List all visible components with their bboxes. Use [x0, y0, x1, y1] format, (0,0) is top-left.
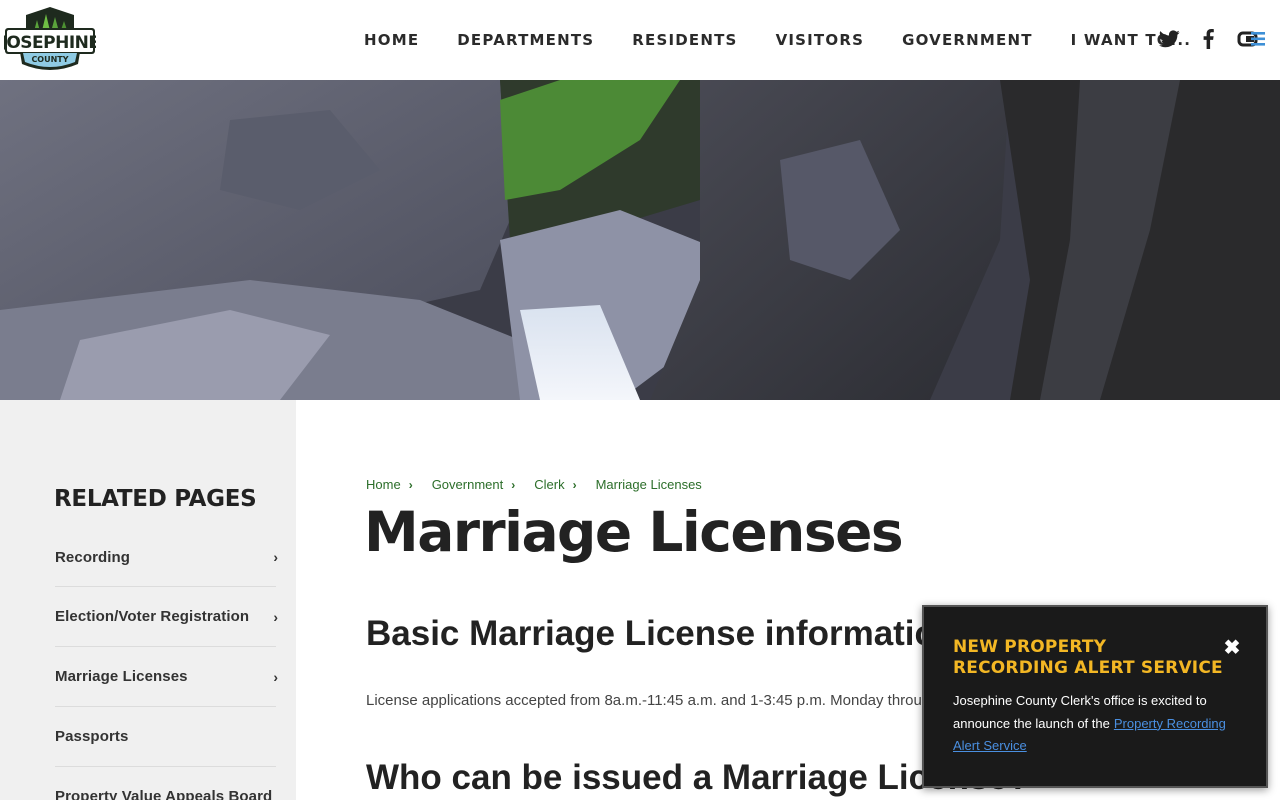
- breadcrumb-current[interactable]: Marriage Licenses: [596, 477, 702, 492]
- chevron-right-icon: ›: [273, 608, 278, 625]
- sidebar-item-label: Property Value Appeals Board: [55, 788, 273, 800]
- nav-government[interactable]: GOVERNMENT: [902, 31, 1033, 49]
- nav-visitors[interactable]: VISITORS: [776, 31, 865, 49]
- hero-banner-image: [0, 80, 1280, 400]
- josephine-county-logo[interactable]: JOSEPHINE COUNTY: [0, 6, 100, 74]
- breadcrumb-separator: ›: [511, 477, 516, 492]
- alert-body: Josephine County Clerk's office is excit…: [953, 690, 1233, 758]
- sidebar-item-recording[interactable]: Recording ›: [55, 528, 278, 587]
- sidebar-item-label: Recording: [55, 548, 131, 566]
- news-icon[interactable]: [1236, 28, 1268, 50]
- related-pages-sidebar: RELATED PAGES Recording › Election/Voter…: [0, 400, 296, 800]
- sidebar-item-passports[interactable]: Passports: [55, 707, 276, 767]
- sidebar-item-election-voter-registration[interactable]: Election/Voter Registration ›: [55, 587, 278, 647]
- breadcrumb: Home › Government › Clerk › Marriage Lic…: [366, 477, 702, 492]
- section-heading-basic-info: Basic Marriage License information: [366, 614, 958, 653]
- facebook-icon[interactable]: [1200, 28, 1216, 50]
- sidebar-item-property-value-appeals-board[interactable]: Property Value Appeals Board: [55, 767, 276, 800]
- sidebar-item-marriage-licenses[interactable]: Marriage Licenses ›: [55, 647, 278, 707]
- close-icon[interactable]: ✖: [1221, 637, 1243, 659]
- property-alert-popup: NEW PROPERTY RECORDING ALERT SERVICE ✖ J…: [922, 605, 1268, 788]
- sidebar-item-label: Marriage Licenses: [55, 668, 188, 685]
- page-title: Marriage Licenses: [364, 500, 904, 564]
- chevron-right-icon: ›: [273, 668, 278, 685]
- main-nav: HOME DEPARTMENTS RESIDENTS VISITORS GOVE…: [345, 0, 1210, 80]
- twitter-icon[interactable]: [1158, 28, 1180, 50]
- sidebar-item-label: Passports: [55, 728, 129, 745]
- section-body-text: License applications accepted from 8a.m.…: [366, 692, 961, 709]
- breadcrumb-separator: ›: [572, 477, 577, 492]
- chevron-right-icon: ›: [273, 549, 278, 565]
- sidebar-title: RELATED PAGES: [54, 486, 257, 512]
- logo-text-bottom: COUNTY: [31, 55, 68, 64]
- breadcrumb-government[interactable]: Government: [432, 477, 504, 492]
- nav-departments[interactable]: DEPARTMENTS: [457, 31, 594, 49]
- breadcrumb-separator: ›: [408, 477, 413, 492]
- related-pages-list: Recording › Election/Voter Registration …: [55, 528, 278, 800]
- site-header: JOSEPHINE COUNTY HOME DEPARTMENTS RESIDE…: [0, 0, 1280, 80]
- breadcrumb-home[interactable]: Home: [366, 477, 401, 492]
- breadcrumb-clerk[interactable]: Clerk: [534, 477, 564, 492]
- nav-home[interactable]: HOME: [364, 31, 419, 49]
- sidebar-item-label: Election/Voter Registration: [55, 608, 250, 625]
- nav-residents[interactable]: RESIDENTS: [632, 31, 737, 49]
- alert-title: NEW PROPERTY RECORDING ALERT SERVICE: [953, 637, 1223, 678]
- logo-text-top: JOSEPHINE: [4, 33, 96, 53]
